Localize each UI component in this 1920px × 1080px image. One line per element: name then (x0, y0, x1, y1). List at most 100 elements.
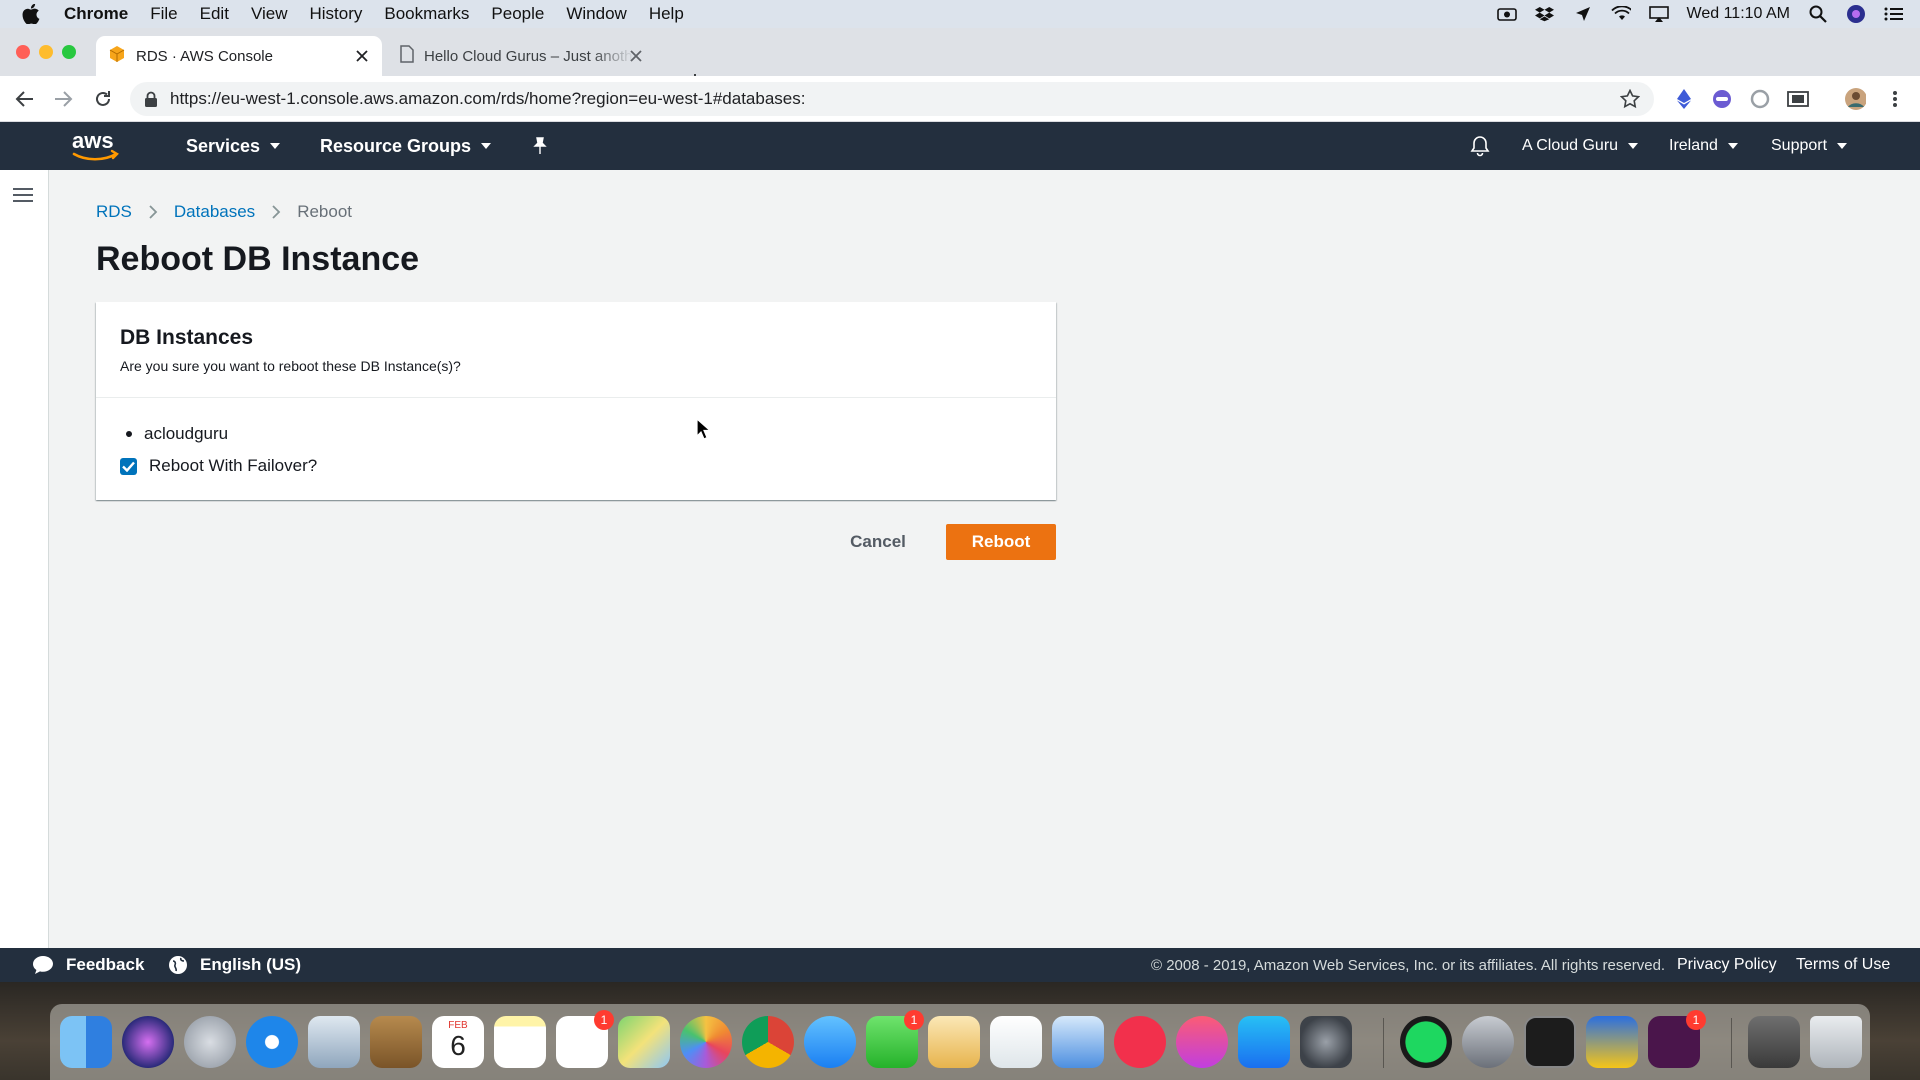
chrome-menu-icon[interactable] (1884, 88, 1906, 110)
breadcrumb: RDS Databases Reboot (96, 200, 352, 224)
breadcrumb-current: Reboot (297, 202, 353, 221)
news-icon[interactable] (1114, 1016, 1166, 1068)
page-icon (400, 45, 414, 67)
forward-icon[interactable] (52, 88, 74, 110)
launchpad-icon[interactable] (184, 1016, 236, 1068)
itunes-icon[interactable] (1176, 1016, 1228, 1068)
trash-icon[interactable] (1810, 1016, 1862, 1068)
failover-option[interactable]: Reboot With Failover? (120, 456, 1032, 476)
extension-circle-icon[interactable] (1749, 88, 1771, 110)
filezilla-icon[interactable] (1586, 1016, 1638, 1068)
ethereum-extension-icon[interactable] (1673, 88, 1695, 110)
privacy-policy-link[interactable]: Privacy Policy (1677, 948, 1777, 982)
tab-title: Hello Cloud Gurus – Just another WordPre… (424, 47, 634, 65)
menu-view[interactable]: View (251, 4, 288, 24)
tab-rds-console[interactable]: RDS · AWS Console (96, 36, 382, 76)
app-store-icon[interactable] (1238, 1016, 1290, 1068)
notification-center-icon[interactable] (1884, 6, 1904, 22)
hamburger-menu-icon[interactable] (13, 186, 33, 204)
window-close-button[interactable] (16, 45, 30, 59)
notes-icon[interactable] (494, 1016, 546, 1068)
photos-icon[interactable] (680, 1016, 732, 1068)
pin-icon[interactable] (532, 122, 548, 170)
menu-file[interactable]: File (150, 4, 177, 24)
location-icon[interactable] (1573, 6, 1593, 22)
tab-close-icon[interactable] (628, 48, 644, 64)
aws-logo[interactable]: aws (70, 128, 124, 164)
pages-icon[interactable] (928, 1016, 980, 1068)
siri-icon[interactable] (122, 1016, 174, 1068)
address-bar[interactable]: https://eu-west-1.console.aws.amazon.com… (130, 82, 1654, 116)
menu-window[interactable]: Window (566, 4, 626, 24)
chevron-right-icon (271, 204, 281, 220)
reminders-icon[interactable]: 1 (556, 1010, 614, 1068)
extension-icon[interactable] (1711, 88, 1733, 110)
system-preferences-icon[interactable] (1300, 1016, 1352, 1068)
bookmark-star-icon[interactable] (1619, 88, 1641, 109)
spotlight-search-icon[interactable] (1808, 5, 1828, 23)
media-player-icon[interactable] (1462, 1016, 1514, 1068)
wifi-icon[interactable] (1610, 6, 1631, 22)
aws-footer: Feedback English (US) © 2008 - 2019, Ama… (0, 948, 1920, 982)
spotify-icon[interactable] (1400, 1016, 1452, 1068)
cast-icon[interactable] (1787, 88, 1809, 110)
account-menu[interactable]: A Cloud Guru (1522, 122, 1639, 170)
notifications-bell-icon[interactable] (1470, 122, 1490, 170)
menu-people[interactable]: People (491, 4, 544, 24)
region-menu[interactable]: Ireland (1669, 122, 1738, 170)
reload-icon[interactable] (92, 88, 114, 110)
airplay-icon[interactable] (1648, 6, 1669, 22)
facetime-icon[interactable]: 1 (866, 1010, 924, 1068)
terms-of-use-link[interactable]: Terms of Use (1796, 948, 1890, 982)
db-instance-name: acloudguru (144, 424, 229, 443)
support-menu[interactable]: Support (1771, 122, 1848, 170)
services-menu[interactable]: Services (186, 122, 281, 170)
contacts-icon[interactable] (370, 1016, 422, 1068)
bullet (126, 431, 132, 437)
menu-history[interactable]: History (309, 4, 362, 24)
siri-icon[interactable] (1846, 5, 1866, 23)
menubar-clock[interactable]: Wed 11:10 AM (1687, 5, 1790, 23)
tab-hello-cloud-gurus[interactable]: Hello Cloud Gurus – Just another WordPre… (390, 36, 670, 76)
slack-badge: 1 (1686, 1010, 1706, 1030)
reboot-button[interactable]: Reboot (946, 524, 1056, 560)
menu-bookmarks[interactable]: Bookmarks (384, 4, 469, 24)
safari-icon[interactable] (246, 1016, 298, 1068)
menu-help[interactable]: Help (649, 4, 684, 24)
failover-checkbox[interactable] (120, 457, 137, 475)
resource-groups-menu[interactable]: Resource Groups (320, 122, 492, 170)
url-text[interactable]: https://eu-west-1.console.aws.amazon.com… (170, 89, 805, 109)
screen-record-icon[interactable] (1496, 6, 1517, 22)
side-navigation-rail (0, 170, 49, 948)
terminal-icon[interactable] (1524, 1016, 1576, 1068)
window-zoom-button[interactable] (62, 45, 76, 59)
profile-avatar[interactable] (1844, 88, 1866, 110)
lock-icon[interactable] (144, 91, 158, 107)
chrome-icon[interactable] (742, 1016, 794, 1068)
maps-icon[interactable] (618, 1016, 670, 1068)
dropbox-icon[interactable] (1534, 6, 1555, 22)
chevron-down-icon (1837, 143, 1848, 149)
breadcrumb-databases[interactable]: Databases (174, 202, 255, 222)
back-icon[interactable] (14, 88, 36, 110)
mail-icon[interactable] (308, 1016, 360, 1068)
feedback-link[interactable]: Feedback (32, 948, 144, 982)
numbers-icon[interactable] (990, 1016, 1042, 1068)
menu-app-chrome[interactable]: Chrome (64, 4, 128, 24)
messages-icon[interactable] (804, 1016, 856, 1068)
menu-edit[interactable]: Edit (200, 4, 229, 24)
language-selector[interactable]: English (US) (168, 948, 301, 982)
dock-separator (1383, 1018, 1384, 1068)
downloads-stack-icon[interactable] (1748, 1016, 1800, 1068)
tab-close-icon[interactable] (354, 48, 370, 64)
finder-icon[interactable] (60, 1016, 112, 1068)
failover-label[interactable]: Reboot With Failover? (149, 456, 317, 476)
window-minimize-button[interactable] (39, 45, 53, 59)
breadcrumb-rds[interactable]: RDS (96, 202, 132, 222)
calendar-icon[interactable]: FEB 6 (432, 1016, 484, 1068)
slack-icon[interactable]: 1 (1648, 1010, 1706, 1068)
keynote-icon[interactable] (1052, 1016, 1104, 1068)
cancel-button[interactable]: Cancel (836, 524, 920, 560)
mouse-cursor-icon (696, 417, 712, 440)
apple-icon[interactable] (22, 4, 44, 24)
